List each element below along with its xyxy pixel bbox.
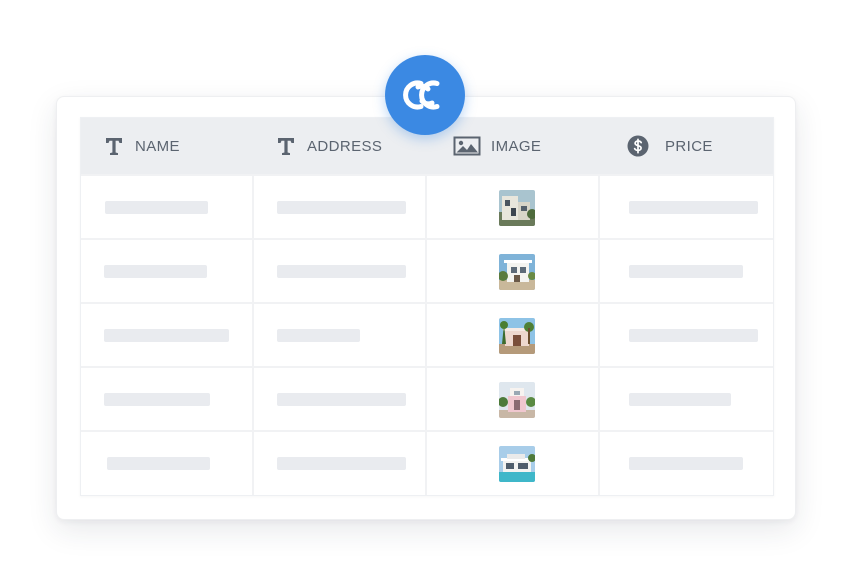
price-placeholder bbox=[629, 329, 758, 342]
house-thumbnail[interactable] bbox=[499, 254, 535, 290]
name-placeholder bbox=[104, 329, 229, 342]
column-header-address[interactable]: ADDRESS bbox=[275, 118, 382, 174]
address-placeholder bbox=[277, 393, 406, 406]
price-placeholder bbox=[629, 393, 731, 406]
image-icon bbox=[453, 135, 481, 157]
table-row[interactable] bbox=[81, 174, 773, 240]
table-row[interactable] bbox=[81, 238, 773, 304]
name-placeholder bbox=[107, 457, 210, 470]
column-header-label: ADDRESS bbox=[307, 137, 383, 155]
name-placeholder bbox=[104, 393, 210, 406]
dollar-circle-icon bbox=[627, 135, 649, 157]
text-type-icon bbox=[275, 135, 297, 157]
house-thumbnail[interactable] bbox=[499, 446, 535, 482]
address-placeholder bbox=[277, 329, 360, 342]
price-placeholder bbox=[629, 457, 743, 470]
table-row[interactable] bbox=[81, 302, 773, 368]
table-row[interactable] bbox=[81, 366, 773, 432]
house-thumbnail[interactable] bbox=[499, 318, 535, 354]
column-header-label: NAME bbox=[135, 137, 180, 155]
house-thumbnail[interactable] bbox=[499, 382, 535, 418]
name-placeholder bbox=[105, 201, 208, 214]
column-header-name[interactable]: NAME bbox=[103, 118, 180, 174]
data-table: NAME ADDRESS IMAGE PRICE bbox=[80, 117, 774, 496]
address-placeholder bbox=[277, 457, 406, 470]
price-placeholder bbox=[629, 265, 743, 278]
link-badge[interactable] bbox=[385, 55, 465, 135]
link-rings-icon bbox=[399, 75, 451, 115]
price-placeholder bbox=[629, 201, 758, 214]
column-header-price[interactable]: PRICE bbox=[627, 118, 713, 174]
name-placeholder bbox=[104, 265, 207, 278]
house-thumbnail[interactable] bbox=[499, 190, 535, 226]
address-placeholder bbox=[277, 265, 406, 278]
text-type-icon bbox=[103, 135, 125, 157]
address-placeholder bbox=[277, 201, 406, 214]
table-row[interactable] bbox=[81, 430, 773, 495]
column-header-image[interactable]: IMAGE bbox=[453, 118, 541, 174]
column-header-label: PRICE bbox=[665, 137, 713, 155]
column-header-label: IMAGE bbox=[491, 137, 542, 155]
